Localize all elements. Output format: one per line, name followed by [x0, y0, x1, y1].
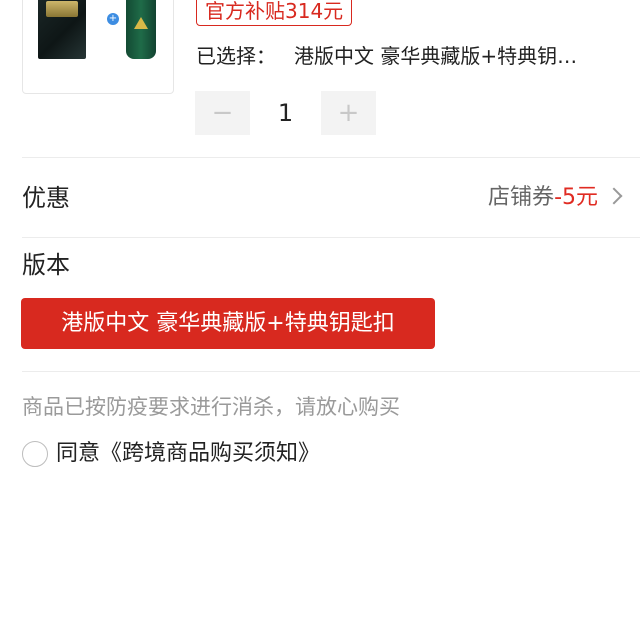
version-option-selected[interactable]: 港版中文 豪华典藏版+特典钥匙扣 [21, 298, 435, 349]
agreement-text[interactable]: 同意《跨境商品购买须知》 [56, 441, 320, 466]
selected-value: 港版中文 豪华典藏版+特典钥… [294, 44, 578, 68]
disinfection-notice: 商品已按防疫要求进行消杀，请放心购买 [22, 395, 400, 419]
divider [22, 371, 640, 372]
selected-variant-summary: 已选择： 港版中文 豪华典藏版+特典钥… [196, 42, 626, 70]
triforce-icon [134, 17, 148, 29]
coupon-prefix: 店铺券 [488, 185, 555, 210]
chevron-right-icon [605, 187, 623, 205]
discount-label: 优惠 [22, 184, 70, 212]
game-box-image [38, 0, 86, 59]
coupon-amount: -5元 [554, 185, 598, 210]
divider [22, 237, 640, 238]
agreement-radio[interactable] [22, 441, 48, 467]
quantity-increase-button[interactable]: + [321, 91, 376, 135]
agreement-row[interactable]: 同意《跨境商品购买须知》 [22, 440, 320, 468]
box-emblem [46, 1, 78, 17]
product-thumbnail[interactable]: + [22, 0, 174, 94]
selected-prefix: 已选择： [196, 44, 276, 68]
discount-row-link[interactable]: 店铺券-5元 [488, 181, 623, 215]
subsidy-badge: 官方补贴314元 [196, 0, 353, 26]
divider [22, 157, 640, 158]
bottle-image [126, 0, 156, 59]
version-label: 版本 [22, 251, 70, 279]
quantity-decrease-button[interactable]: − [195, 91, 250, 135]
quantity-value[interactable]: 1 [250, 91, 321, 135]
plus-badge-icon: + [107, 13, 119, 25]
